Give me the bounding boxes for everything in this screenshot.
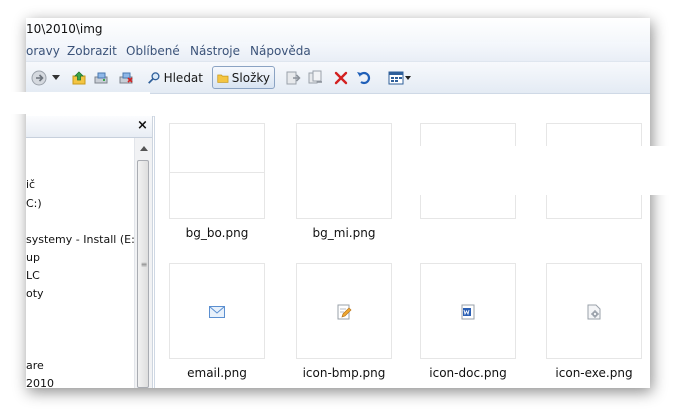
- file-name[interactable]: bg_bo.png: [157, 226, 277, 240]
- history-dropdown[interactable]: [51, 67, 61, 88]
- file-thumbnail[interactable]: [420, 263, 516, 359]
- tree-item[interactable]: ič: [26, 178, 35, 191]
- tree-item[interactable]: 2010: [26, 377, 54, 388]
- folders-scrollbar[interactable]: ≡: [134, 138, 152, 388]
- folders-pane-header: ×: [26, 116, 152, 138]
- tree-item[interactable]: up: [26, 251, 40, 264]
- menu-item-nastroje[interactable]: Nástroje: [190, 44, 240, 58]
- file-name[interactable]: icon-exe.png: [534, 366, 650, 380]
- file-name[interactable]: bg_mi.png: [284, 226, 404, 240]
- obscured-region: [418, 146, 675, 195]
- map-drive-button[interactable]: [92, 67, 110, 88]
- views-grid-icon: [388, 71, 411, 84]
- undo-button[interactable]: [355, 67, 373, 88]
- file-thumbnail[interactable]: [169, 123, 265, 219]
- envelope-icon: [208, 304, 226, 320]
- file-thumbnail[interactable]: [546, 263, 642, 359]
- tree-item[interactable]: C:): [26, 197, 42, 210]
- window-title: 10\2010\img: [26, 22, 103, 36]
- tree-item[interactable]: LC: [26, 269, 40, 282]
- forward-arrow-icon: [31, 70, 47, 85]
- file-name[interactable]: icon-bmp.png: [284, 366, 404, 380]
- file-name[interactable]: icon-doc.png: [408, 366, 528, 380]
- toolbar: Hledat Složky: [26, 62, 650, 94]
- copy-to-button[interactable]: [307, 67, 325, 88]
- network-drive-icon: [94, 72, 108, 83]
- scroll-grip-icon: ≡: [140, 260, 148, 269]
- file-thumbnail[interactable]: [169, 263, 265, 359]
- disconnect-drive-icon: [119, 72, 133, 83]
- copy-to-icon: [308, 70, 322, 83]
- file-thumbnail[interactable]: [296, 263, 392, 359]
- tree-item[interactable]: are: [26, 359, 44, 372]
- forward-button[interactable]: [30, 67, 48, 88]
- move-to-icon: [286, 71, 301, 84]
- file-name[interactable]: email.png: [157, 366, 277, 380]
- up-folder-button[interactable]: [70, 67, 88, 88]
- menu-item-oblibene[interactable]: Oblíbené: [126, 44, 180, 58]
- gear-page-icon: [585, 304, 603, 320]
- disconnect-drive-button[interactable]: [117, 67, 135, 88]
- tree-item[interactable]: oty: [26, 287, 44, 300]
- undo-arrow-icon: [357, 71, 371, 84]
- folders-pane: × ič C:) systemy - Install (E:) up LC ot…: [26, 116, 153, 388]
- close-icon[interactable]: ×: [135, 118, 150, 133]
- title-bar: 10\2010\img: [26, 18, 650, 42]
- menu-item-upravy[interactable]: oravy: [26, 44, 60, 58]
- views-button[interactable]: [387, 67, 413, 88]
- tree-item[interactable]: systemy - Install (E:): [26, 233, 139, 246]
- word-doc-icon: [459, 304, 477, 320]
- chevron-up-icon: [139, 145, 148, 151]
- chevron-down-icon: [52, 74, 60, 80]
- delete-button[interactable]: [332, 67, 350, 88]
- folders-button[interactable]: Složky: [212, 66, 275, 89]
- delete-x-icon: [334, 71, 348, 84]
- thumbnail-divider: [170, 172, 264, 173]
- menu-bar: oravy Zobrazit Oblíbené Nástroje Nápověd…: [26, 42, 650, 62]
- file-thumbnail[interactable]: [296, 123, 392, 219]
- folder-up-icon: [72, 70, 86, 84]
- scroll-thumb[interactable]: ≡: [137, 160, 149, 388]
- scroll-up-button[interactable]: [135, 140, 152, 156]
- explorer-window: 10\2010\img oravy Zobrazit Oblíbené Nást…: [26, 18, 650, 388]
- folder-icon: [217, 74, 229, 83]
- menu-item-napoveda[interactable]: Nápověda: [250, 44, 311, 58]
- move-to-button[interactable]: [284, 67, 302, 88]
- pencil-page-icon: [335, 304, 353, 320]
- menu-item-zobrazit[interactable]: Zobrazit: [67, 44, 117, 58]
- search-label: Hledat: [163, 70, 203, 85]
- search-button[interactable]: Hledat: [147, 67, 203, 88]
- folders-label: Složky: [231, 70, 270, 85]
- obscured-region: [0, 92, 150, 114]
- search-icon: [148, 71, 160, 84]
